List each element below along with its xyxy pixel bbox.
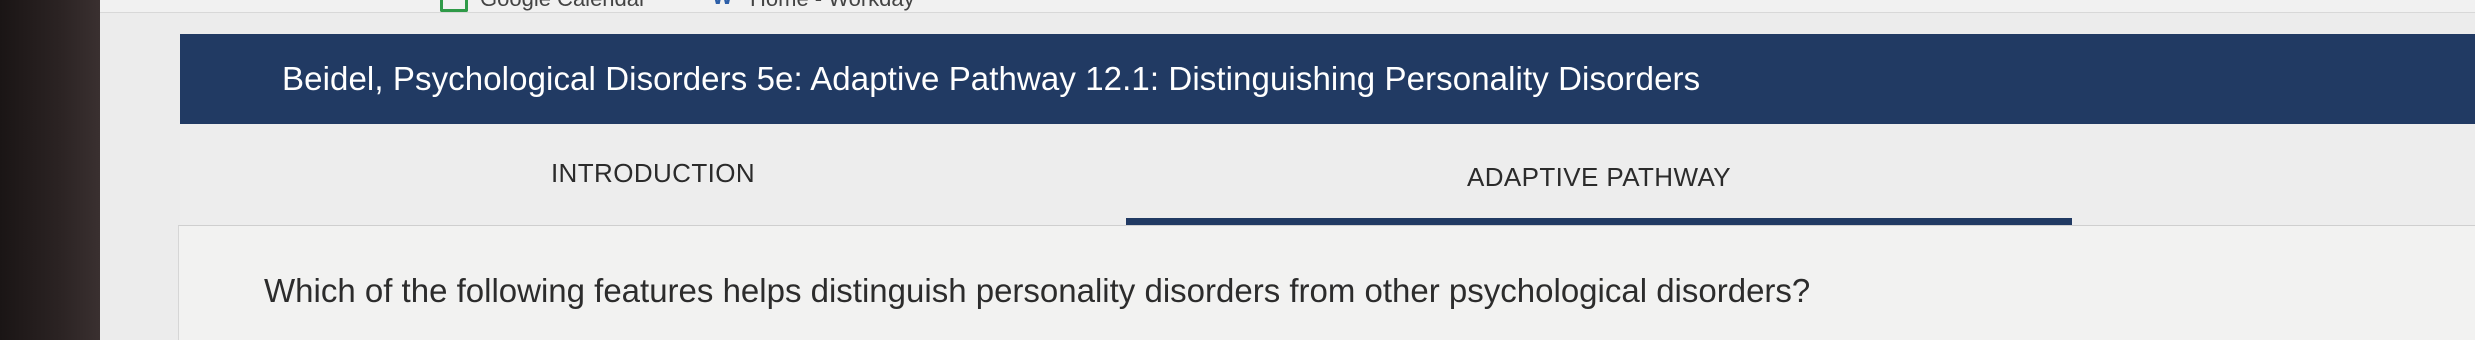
bookmark-workday[interactable]: Home - Workday — [750, 0, 915, 12]
tab-strip: INTRODUCTION ADAPTIVE PATHWAY — [180, 124, 2475, 225]
bookmarks-bar: Google Calendar W Home - Workday — [100, 0, 2475, 13]
tab-adaptive-pathway-label: ADAPTIVE PATHWAY — [1466, 162, 1732, 192]
page-title: Beidel, Psychological Disorders 5e: Adap… — [282, 60, 1701, 97]
question-panel: Which of the following features helps di… — [178, 225, 2475, 340]
question-text: Which of the following features helps di… — [264, 272, 1811, 309]
active-tab-indicator — [1126, 218, 2072, 225]
bookmark-google-calendar[interactable]: Google Calendar — [480, 0, 646, 12]
tab-introduction[interactable]: INTRODUCTION — [180, 124, 1126, 225]
title-banner: Beidel, Psychological Disorders 5e: Adap… — [180, 34, 2475, 124]
calendar-icon[interactable] — [440, 0, 468, 12]
workday-icon[interactable]: W — [712, 0, 733, 10]
monitor-bezel — [0, 0, 100, 340]
tab-adaptive-pathway[interactable]: ADAPTIVE PATHWAY — [1126, 124, 2072, 225]
browser-viewport: Google Calendar W Home - Workday Beidel,… — [100, 0, 2475, 340]
tab-introduction-label: INTRODUCTION — [550, 158, 756, 188]
